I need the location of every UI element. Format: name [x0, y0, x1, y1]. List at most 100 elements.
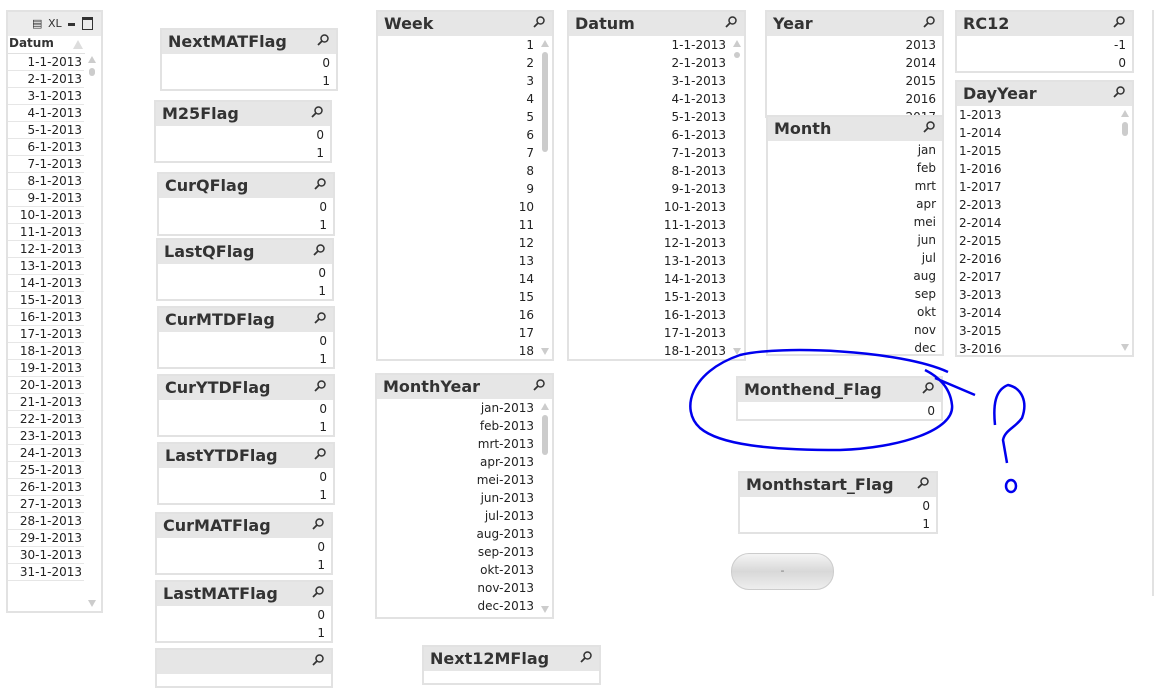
listbox-value[interactable]: 14-1-2013	[569, 270, 744, 288]
table-row[interactable]: 11-1-2013	[8, 224, 84, 241]
table-row[interactable]: 20-1-2013	[8, 377, 84, 394]
listbox-value[interactable]: 2014	[767, 54, 942, 72]
action-button[interactable]: -	[731, 553, 834, 590]
table-row[interactable]: 5-1-2013	[8, 122, 84, 139]
listbox-value[interactable]: 0	[738, 402, 941, 419]
listbox-value[interactable]: 13-1-2013	[569, 252, 744, 270]
listbox-value[interactable]: 0	[159, 400, 333, 418]
listbox-value[interactable]: 0	[157, 606, 331, 624]
listbox-value[interactable]: 10	[378, 198, 552, 216]
listbox-lastytdflag[interactable]: LastYTDFlag 01	[157, 442, 335, 505]
table-row[interactable]: 4-1-2013	[8, 105, 84, 122]
scrollbar[interactable]	[1120, 110, 1130, 351]
listbox-value[interactable]: dec	[768, 339, 942, 354]
listbox-value[interactable]: 1-2014	[957, 124, 1132, 142]
listbox-value[interactable]: 0	[159, 468, 333, 486]
table-row[interactable]: 31-1-2013	[8, 564, 84, 581]
maximize-icon[interactable]	[82, 17, 93, 30]
listbox-monthstart_flag[interactable]: Monthstart_Flag 01	[738, 471, 938, 534]
listbox-curytdflag[interactable]: CurYTDFlag 01	[157, 374, 335, 437]
listbox-caption[interactable]: MonthYear	[377, 375, 552, 399]
listbox-value[interactable]: apr	[768, 195, 942, 213]
listbox-value[interactable]: 7	[378, 144, 552, 162]
listbox-value[interactable]: 1	[157, 624, 331, 641]
listbox-caption[interactable]: Datum	[569, 12, 744, 36]
listbox-caption[interactable]: Year	[767, 12, 942, 36]
table-row[interactable]: 15-1-2013	[8, 292, 84, 309]
scroll-thumb[interactable]	[734, 52, 740, 58]
listbox-value[interactable]: 1-2017	[957, 178, 1132, 196]
listbox-value[interactable]: 16-1-2013	[569, 306, 744, 324]
listbox-value[interactable]: jun-2013	[377, 489, 552, 507]
listbox-value[interactable]: 0	[158, 264, 332, 282]
scrollbar[interactable]	[540, 40, 550, 355]
listbox-value[interactable]: 1	[159, 418, 333, 435]
listbox-monthend_flag[interactable]: Monthend_Flag 0	[736, 376, 943, 421]
sort-icon[interactable]	[73, 40, 83, 49]
scroll-up-icon[interactable]	[733, 40, 741, 47]
column-header-datum[interactable]: Datum	[8, 36, 85, 54]
print-icon[interactable]: ▤	[32, 17, 42, 30]
listbox-monthyear[interactable]: MonthYear jan-2013 feb-2013 mrt-2013 apr-20…	[375, 373, 554, 619]
listbox-value[interactable]: 2016	[767, 90, 942, 108]
listbox-caption[interactable]: Week	[378, 12, 552, 36]
listbox-value[interactable]: 1-2015	[957, 142, 1132, 160]
search-icon[interactable]	[532, 15, 546, 29]
listbox-caption[interactable]: CurYTDFlag	[159, 376, 333, 400]
listbox-value[interactable]: 1	[157, 556, 331, 573]
search-icon[interactable]	[316, 33, 330, 47]
scroll-thumb[interactable]	[542, 52, 548, 152]
listbox-value[interactable]: 0	[159, 198, 333, 216]
search-icon[interactable]	[724, 15, 738, 29]
table-row[interactable]: 3-1-2013	[8, 88, 84, 105]
listbox-value[interactable]: 6	[378, 126, 552, 144]
table-row[interactable]: 12-1-2013	[8, 241, 84, 258]
listbox-value[interactable]: 18	[378, 342, 552, 359]
listbox-value[interactable]: 2-2013	[957, 196, 1132, 214]
search-icon[interactable]	[311, 585, 325, 599]
listbox-value[interactable]: 1	[159, 350, 333, 367]
listbox-value[interactable]: 3-2015	[957, 322, 1132, 340]
listbox-value[interactable]: 15-1-2013	[569, 288, 744, 306]
listbox-value[interactable]: 14	[378, 270, 552, 288]
listbox-value[interactable]: 3-1-2013	[569, 72, 744, 90]
listbox-value[interactable]: 2015	[767, 72, 942, 90]
minimize-icon[interactable]	[68, 23, 75, 26]
listbox-value[interactable]: dec-2013	[377, 597, 552, 615]
listbox-value[interactable]: 0	[957, 54, 1132, 71]
listbox-value[interactable]: 4-1-2013	[569, 90, 744, 108]
listbox-value[interactable]: sep-2013	[377, 543, 552, 561]
listbox-lastmatflag[interactable]: LastMATFlag 01	[155, 580, 333, 643]
listbox-caption[interactable]: Monthend_Flag	[738, 378, 941, 402]
listbox-value[interactable]: 1	[159, 216, 333, 234]
table-row[interactable]: 7-1-2013	[8, 156, 84, 173]
table-row[interactable]: 1-1-2013	[8, 54, 84, 71]
listbox-value[interactable]: 1	[378, 36, 552, 54]
listbox-value[interactable]: 17-1-2013	[569, 324, 744, 342]
search-icon[interactable]	[1112, 85, 1126, 99]
listbox-value[interactable]: 17	[378, 324, 552, 342]
listbox-caption[interactable]: M25Flag	[156, 102, 330, 126]
listbox-value[interactable]: 3-2014	[957, 304, 1132, 322]
listbox-value[interactable]: 12	[378, 234, 552, 252]
listbox-value[interactable]: jan-2013	[377, 399, 552, 417]
listbox-value[interactable]: 2-2016	[957, 250, 1132, 268]
scroll-down-icon[interactable]	[733, 348, 741, 355]
listbox-value[interactable]: 12-1-2013	[569, 234, 744, 252]
listbox-value[interactable]: okt-2013	[377, 561, 552, 579]
listbox-caption[interactable]: LastMATFlag	[157, 582, 331, 606]
table-row[interactable]: 19-1-2013	[8, 360, 84, 377]
table-row[interactable]: 17-1-2013	[8, 326, 84, 343]
listbox-value[interactable]: 0	[740, 497, 936, 515]
listbox-value[interactable]: 5	[378, 108, 552, 126]
table-row[interactable]: 22-1-2013	[8, 411, 84, 428]
search-icon[interactable]	[311, 517, 325, 531]
scroll-down-icon[interactable]	[541, 348, 549, 355]
table-row[interactable]: 9-1-2013	[8, 190, 84, 207]
listbox-partial-left[interactable]	[155, 648, 333, 688]
search-icon[interactable]	[312, 243, 326, 257]
table-row[interactable]: 18-1-2013	[8, 343, 84, 360]
listbox-next12mflag[interactable]: Next12MFlag	[422, 645, 601, 685]
datum-table-box[interactable]: ▤ XL Datum 1-1-2013 2-1-2013 3-1-2013 4-1-2…	[6, 10, 103, 613]
table-row[interactable]: 16-1-2013	[8, 309, 84, 326]
